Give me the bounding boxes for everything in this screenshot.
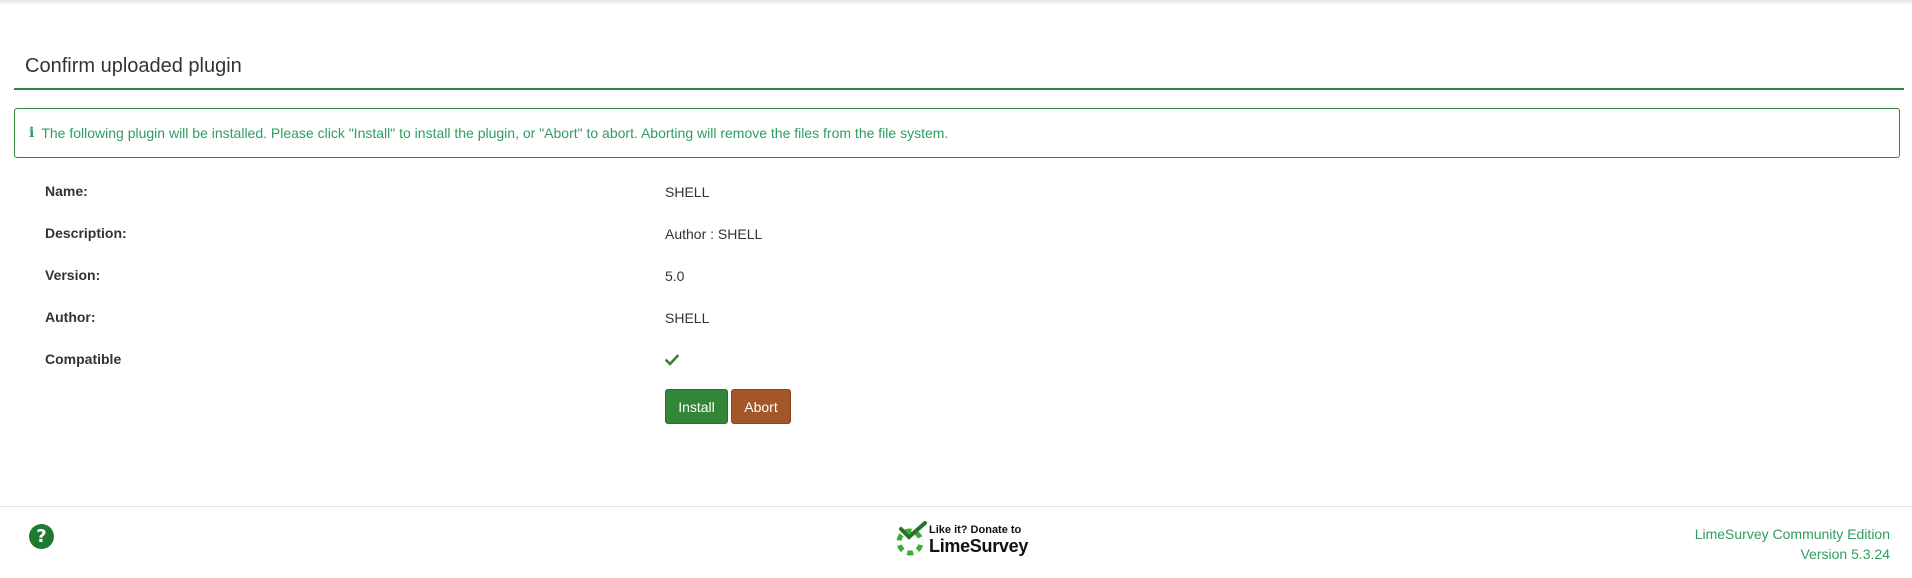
edition-link[interactable]: LimeSurvey Community Edition <box>1695 524 1890 544</box>
author-label: Author: <box>45 309 96 325</box>
version-value: 5.0 <box>665 268 685 284</box>
alert-text: The following plugin will be installed. … <box>41 125 949 141</box>
description-label: Description: <box>45 225 127 241</box>
donate-link[interactable]: Like it? Donate to LimeSurvey <box>895 521 1029 559</box>
footer: ? Like it? Donate to LimeSurvey LimeSurv… <box>0 506 1912 578</box>
info-alert: i The following plugin will be installed… <box>14 108 1900 158</box>
page-title: Confirm uploaded plugin <box>25 55 242 77</box>
plugin-version-row: Version: 5.0 <box>45 267 1845 289</box>
version-text: Version 5.3.24 <box>1800 546 1890 562</box>
version-label: Version: <box>45 267 101 283</box>
donate-line1: Like it? Donate to <box>929 524 1022 536</box>
plugin-author-row: Author: SHELL <box>45 309 1845 331</box>
check-icon <box>665 354 679 366</box>
abort-button[interactable]: Abort <box>731 389 791 424</box>
plugin-name-row: Name: SHELL <box>45 183 1845 205</box>
info-icon: i <box>29 125 35 141</box>
question-circle-icon[interactable]: ? <box>29 524 54 549</box>
plugin-description-row: Description: Author : SHELL <box>45 225 1845 247</box>
install-button[interactable]: Install <box>665 389 728 424</box>
edition-info: LimeSurvey Community Edition Version 5.3… <box>1695 524 1890 564</box>
top-shadow <box>0 0 1912 6</box>
page-header: Confirm uploaded plugin <box>14 54 1904 90</box>
name-value: SHELL <box>665 184 710 200</box>
author-value: SHELL <box>665 310 710 326</box>
compatible-label: Compatible <box>45 351 122 367</box>
donate-line2: LimeSurvey <box>929 536 1029 556</box>
plugin-compatible-row: Compatible <box>45 351 1845 373</box>
name-label: Name: <box>45 183 88 199</box>
limesurvey-logo-icon <box>896 521 927 556</box>
description-value: Author : SHELL <box>665 226 763 242</box>
